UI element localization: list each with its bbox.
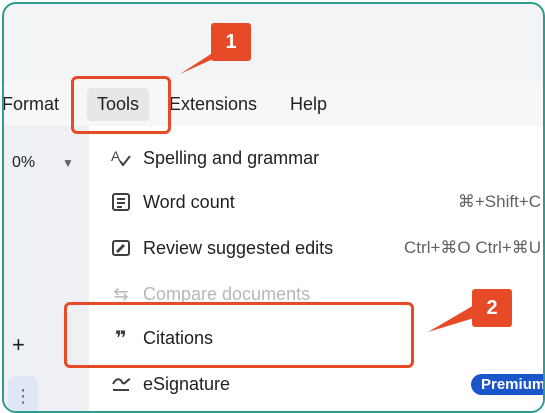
zoom-value[interactable]: 0% [12,154,35,172]
menu-item-esignature[interactable]: eSignature Premium [89,366,543,402]
menu-item-shortcut: ⌘+Shift+C [457,192,541,211]
callout-1: 1 [211,23,251,61]
premium-badge: Premium [471,374,543,395]
review-edits-icon [109,236,133,260]
highlight-tools [71,76,171,134]
menu-format[interactable]: Format [4,94,59,115]
signature-icon [109,372,133,396]
menu-item-review-edits[interactable]: Review suggested edits Ctrl+⌘O Ctrl+⌘U [89,230,543,266]
chevron-down-icon[interactable]: ▼ [62,156,74,170]
menu-item-word-count[interactable]: Word count ⌘+Shift+C [89,184,543,220]
menu-extensions[interactable]: Extensions [169,94,257,115]
menu-item-shortcut: Ctrl+⌘O Ctrl+⌘U [404,238,541,257]
add-icon[interactable]: + [12,332,25,358]
menu-item-label: Spelling and grammar [143,148,320,168]
screenshot-frame: Format Tools Extensions Help 0% ▼ + ⋮ A … [2,2,545,413]
spellcheck-icon: A [109,146,133,170]
menu-item-label: eSignature [143,374,231,394]
word-count-icon [109,190,133,214]
left-toolbar: 0% ▼ + ⋮ [4,126,89,411]
callout-2: 2 [472,289,512,327]
menu-item-label: Review suggested edits [143,238,334,258]
more-options-icon[interactable]: ⋮ [8,376,38,411]
menu-help[interactable]: Help [290,94,327,115]
tools-dropdown-menu: A Spelling and grammar Word count ⌘+Shif… [89,126,543,411]
menu-item-spelling[interactable]: A Spelling and grammar [89,140,543,176]
highlight-citations [64,302,414,368]
menu-item-label: Word count [143,192,235,212]
